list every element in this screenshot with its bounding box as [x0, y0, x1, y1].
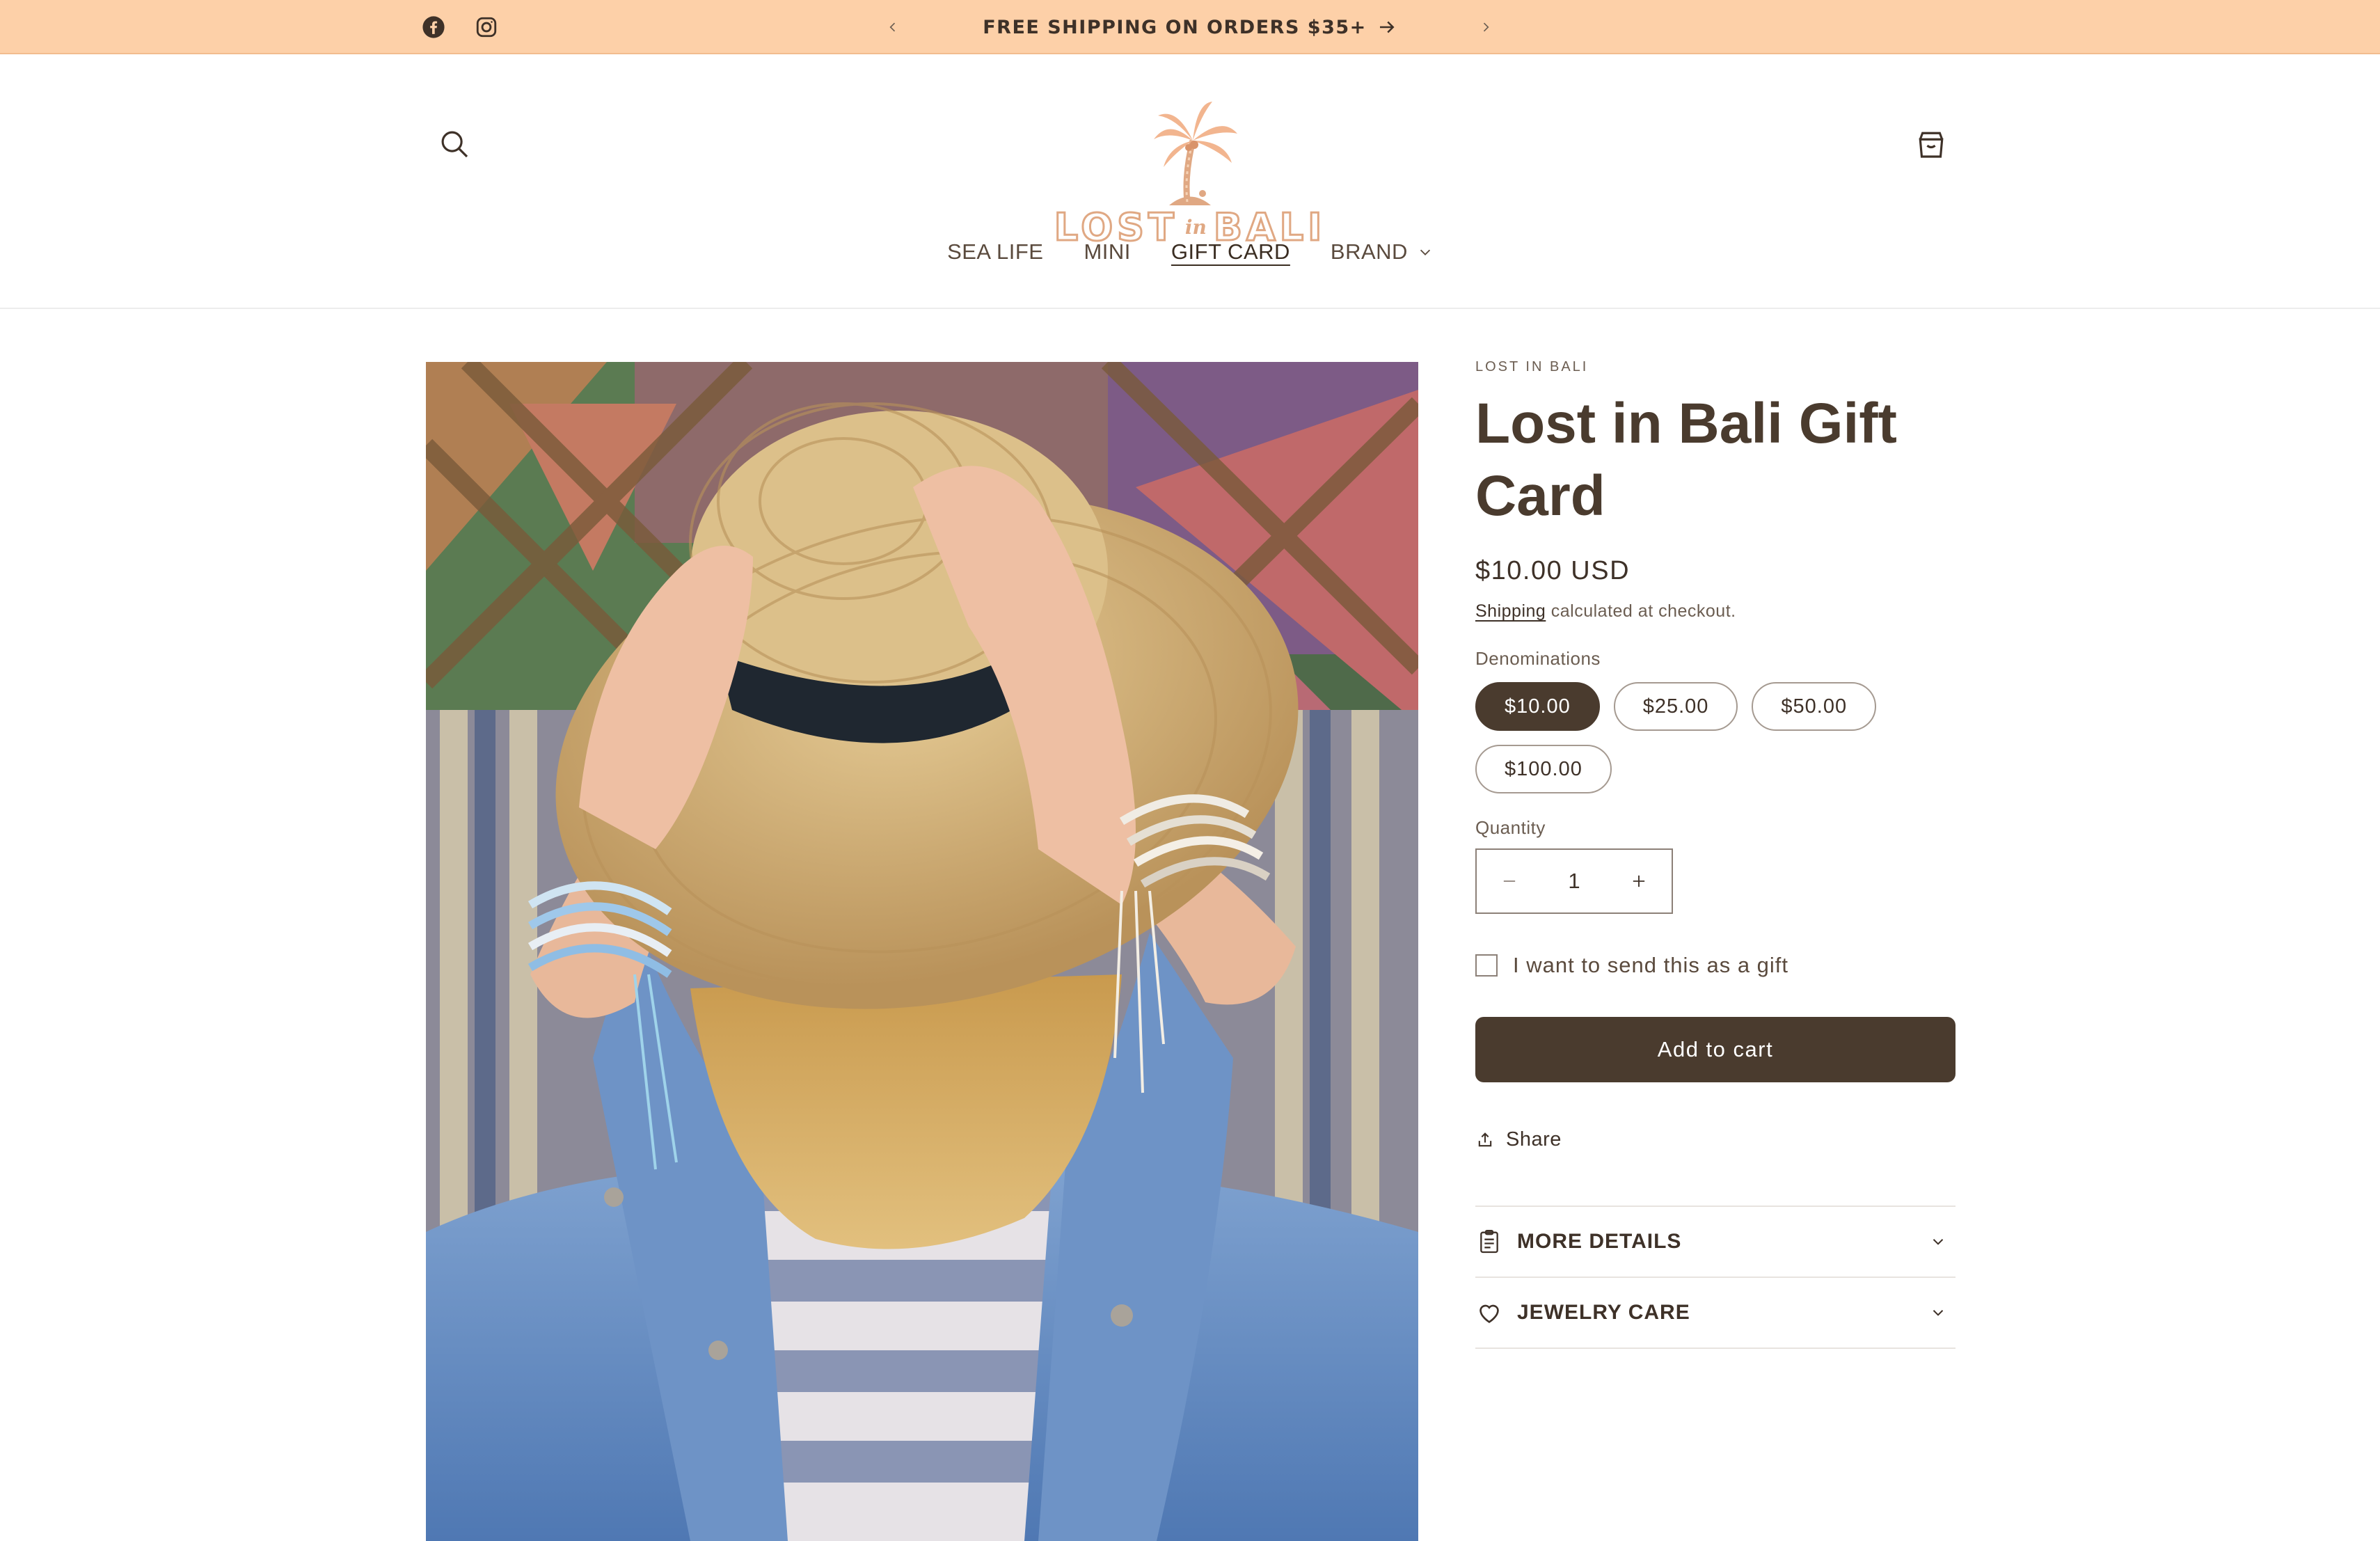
announcement-prev-button[interactable] [878, 13, 907, 42]
chevron-left-icon [889, 22, 896, 32]
product-price: $10.00 USD [1475, 556, 1631, 585]
quantity-label: Quantity [1475, 817, 1546, 838]
quantity-decrease-button[interactable] [1477, 850, 1542, 912]
facebook-icon[interactable] [422, 0, 445, 54]
product-image[interactable] [426, 362, 1418, 1541]
arrow-right-icon [1379, 21, 1395, 33]
main-nav: SEA LIFE MINI GIFT CARD BRAND [0, 230, 2380, 274]
product-title: Lost in Bali Gift Card [1475, 392, 1897, 528]
denomination-option-10[interactable]: $10.00 [1475, 682, 1600, 731]
palm-tree-logo-icon [1154, 102, 1237, 205]
shipping-note: Shipping calculated at checkout. [1475, 601, 1955, 622]
product-info: LOST IN BALI Lost in Bali Gift Card $10.… [1475, 359, 1955, 1349]
denomination-option-50[interactable]: $50.00 [1752, 682, 1877, 731]
chevron-right-icon [1483, 22, 1489, 32]
announcement-link[interactable]: FREE SHIPPING ON ORDERS $35+ [926, 0, 1454, 54]
accordion-more-details-title: MORE DETAILS [1517, 1230, 1682, 1253]
announcement-bar: FREE SHIPPING ON ORDERS $35+ [0, 0, 2380, 54]
accordion-jewelry-care[interactable]: JEWELRY CARE [1475, 1278, 1955, 1349]
denomination-option-100[interactable]: $100.00 [1475, 745, 1612, 793]
announcement-next-button[interactable] [1471, 13, 1500, 42]
plus-icon [1633, 875, 1645, 887]
quantity-input[interactable]: 1 [1568, 869, 1580, 894]
quantity-stepper: 1 [1475, 848, 1673, 914]
add-to-cart-button[interactable]: Add to cart [1475, 1017, 1955, 1082]
heart-icon [1475, 1299, 1503, 1327]
shipping-link[interactable]: Shipping [1475, 601, 1546, 621]
gift-checkbox[interactable] [1475, 954, 1498, 977]
site-header: LOST in BALI SEA LIFE MINI GIFT CARD BRA… [0, 54, 2380, 309]
search-button[interactable] [436, 125, 473, 163]
cart-button[interactable] [1912, 125, 1950, 163]
nav-item-mini[interactable]: MINI [1084, 239, 1130, 264]
share-button[interactable]: Share [1475, 1128, 1955, 1151]
search-icon [441, 131, 468, 158]
accordion-jewelry-care-title: JEWELRY CARE [1517, 1301, 1690, 1324]
shipping-note-text: calculated at checkout. [1550, 601, 1736, 621]
chevron-down-icon [1420, 249, 1430, 255]
minus-icon [1503, 880, 1516, 882]
quantity-increase-button[interactable] [1606, 850, 1672, 912]
denominations-label: Denominations [1475, 648, 1601, 669]
chevron-down-icon [1933, 1310, 1944, 1316]
chevron-down-icon [1933, 1239, 1944, 1245]
nav-item-gift-card[interactable]: GIFT CARD [1171, 239, 1290, 264]
nav-item-brand[interactable]: BRAND [1331, 239, 1433, 264]
announcement-text: FREE SHIPPING ON ORDERS $35+ [983, 16, 1367, 38]
product-accordion: MORE DETAILS JEWELRY CARE [1475, 1206, 1955, 1349]
denomination-options: $10.00 $25.00 $50.00 $100.00 [1475, 682, 1955, 793]
accordion-more-details[interactable]: MORE DETAILS [1475, 1207, 1955, 1278]
nav-item-brand-label: BRAND [1330, 239, 1408, 264]
gift-checkbox-label: I want to send this as a gift [1513, 953, 1789, 977]
denomination-option-25[interactable]: $25.00 [1613, 682, 1738, 731]
product-vendor: LOST IN BALI [1475, 359, 1589, 374]
gift-option[interactable]: I want to send this as a gift [1475, 953, 1955, 978]
nav-item-sea-life[interactable]: SEA LIFE [947, 239, 1043, 264]
cart-bag-icon [1919, 132, 1944, 158]
instagram-icon[interactable] [475, 0, 498, 54]
share-icon [1478, 1132, 1492, 1146]
clipboard-icon [1475, 1228, 1503, 1256]
share-label: Share [1506, 1128, 1562, 1151]
product-photo [426, 362, 1418, 1541]
